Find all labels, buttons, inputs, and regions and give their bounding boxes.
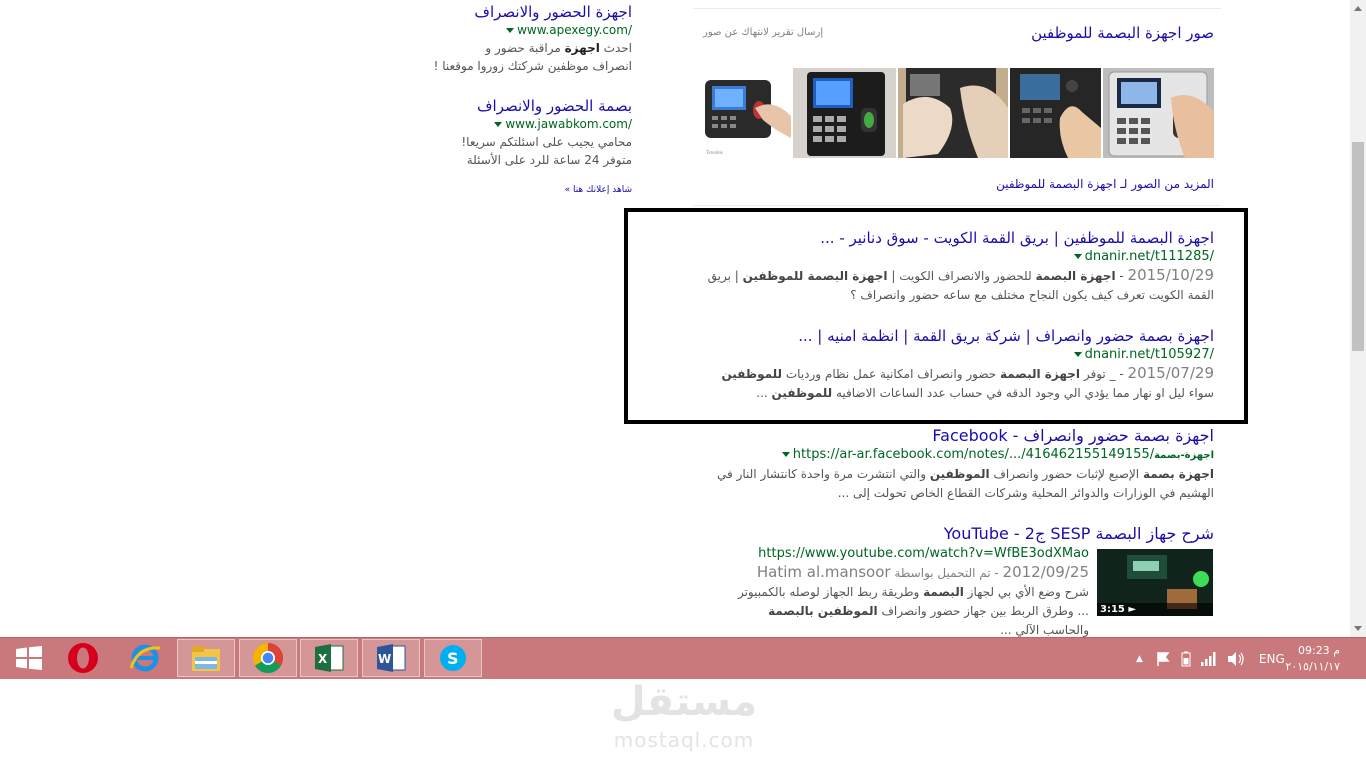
highlight-annotation-box xyxy=(624,208,1248,424)
result-title-link[interactable]: شرح جهاز البصمة SESP ج2 - YouTube xyxy=(944,524,1214,543)
opera-icon xyxy=(68,643,98,673)
skype-taskbar-button[interactable]: S xyxy=(424,639,482,677)
clock-date: ٢٠١٥/١١/١٧ xyxy=(1285,660,1340,673)
dropdown-arrow-icon[interactable] xyxy=(506,28,515,33)
text: الإصبع لإثبات حضور وانصراف xyxy=(989,467,1143,481)
bold-term: الموظفين xyxy=(929,467,990,481)
more-images-link[interactable]: المزيد من الصور لـ اجهزة البصمة للموظفين xyxy=(996,177,1214,191)
dropdown-arrow-icon[interactable] xyxy=(494,122,503,127)
url-bold-term: اجهزة-بصمة xyxy=(1154,450,1214,461)
text: مراقبة حضور و xyxy=(485,41,565,55)
bold-term: اجهزة بصمة xyxy=(1142,467,1214,481)
svg-text:W: W xyxy=(378,652,391,666)
search-result: اجهزة بصمة حضور وانصراف - Facebook اجهزة… xyxy=(694,426,1214,503)
images-block-title[interactable]: صور اجهزة البصمة للموظفين xyxy=(1031,24,1214,42)
result-date: 2012/09/25 xyxy=(1002,563,1089,581)
video-result-details: https://www.youtube.com/watch?v=WfBE3odX… xyxy=(669,545,1089,640)
divider xyxy=(693,8,1221,9)
excel-taskbar-button[interactable]: X xyxy=(300,639,358,677)
result-snippet-line2: ... وطرق الربط بين جهاز حضور وانصراف الم… xyxy=(669,602,1089,621)
result-snippet: اجهزة بصمة الإصبع لإثبات حضور وانصراف ال… xyxy=(694,465,1214,484)
result-snippet-line2: الهشيم في الوزارات والدوائر المحلية وشرك… xyxy=(837,486,1214,500)
report-images-link[interactable]: إرسال تقرير لانتهاك عن صور xyxy=(703,27,823,38)
ad-desc-line2: متوفر 24 ساعة للرد على الأسئلة xyxy=(466,153,632,167)
search-result-video: شرح جهاز البصمة SESP ج2 - YouTube xyxy=(694,524,1214,544)
mostaql-watermark: مستقل mostaql.com xyxy=(596,675,772,755)
opera-taskbar-button[interactable] xyxy=(54,639,112,677)
dropdown-arrow-icon[interactable] xyxy=(781,452,790,457)
ad-desc-line2: انصراف موظفين شركتك زوروا موقعنا ! xyxy=(433,59,632,73)
video-meta: 2012/09/25 - تم التحميل بواسطة Hatim al.… xyxy=(669,563,1089,583)
thumbnail-fingerprint-device-4[interactable] xyxy=(1010,68,1101,158)
text: والتي انتشرت مرة واحدة كانتشار النار في xyxy=(717,467,930,481)
chrome-icon xyxy=(252,643,284,674)
text: احدث xyxy=(599,41,632,55)
result-url-text: https://www.youtube.com/watch?v=WfBE3odX… xyxy=(758,546,1089,561)
svg-text:X: X xyxy=(318,652,328,666)
video-duration: 3:15 ► xyxy=(1097,603,1213,616)
thumbnail-fingerprint-device-5[interactable] xyxy=(1103,68,1214,158)
show-hidden-icons-icon[interactable]: ▲ xyxy=(1136,654,1143,664)
bold-term: اجهزة xyxy=(564,41,600,55)
ad-desc: احدث اجهزة مراقبة حضور و xyxy=(332,39,632,57)
video-author: Hatim al.mansoor xyxy=(756,563,891,581)
thumbnail-fingerprint-device-2[interactable] xyxy=(793,68,896,158)
ad-title-link[interactable]: بصمة الحضور والانصراف xyxy=(477,97,632,115)
ad-url-text: www.apexegy.com/ xyxy=(517,23,632,37)
bold-term: الموظفين بالبصمة xyxy=(768,604,878,618)
text: شرح وضع الأي بي لجهاز xyxy=(963,585,1089,599)
system-tray: ▲ ENG xyxy=(1136,638,1285,679)
battery-icon[interactable] xyxy=(1181,651,1191,667)
svg-text:S: S xyxy=(447,649,459,668)
skype-icon: S xyxy=(440,645,466,671)
text: وطريقة ربط الجهاز لوصله بالكمبيوتر xyxy=(737,585,924,599)
see-your-ad-link[interactable]: شاهد إعلانك هنا » xyxy=(470,185,632,195)
scroll-down-arrow-icon[interactable] xyxy=(1354,626,1362,631)
volume-icon[interactable] xyxy=(1227,651,1245,667)
video-thumbnail[interactable]: 3:15 ► xyxy=(1097,549,1213,616)
ad-jawabkom: بصمة الحضور والانصراف www.jawabkom.com/ … xyxy=(332,96,632,169)
ad-desc: محامي يجيب على اسئلتكم سريعا! xyxy=(461,135,632,149)
file-explorer-taskbar-button[interactable] xyxy=(177,639,235,677)
text: ... وطرق الربط بين جهاز حضور وانصراف xyxy=(877,604,1089,618)
watermark-english: mostaql.com xyxy=(613,728,755,752)
network-signal-icon[interactable] xyxy=(1200,651,1217,666)
ad-url: www.apexegy.com/ xyxy=(332,22,632,39)
internet-explorer-icon xyxy=(129,644,161,672)
excel-icon: X xyxy=(315,644,344,672)
word-icon: W xyxy=(377,644,406,672)
start-button[interactable] xyxy=(0,639,58,677)
taskbar-clock[interactable]: 09:23 م ٢٠١٥/١١/١٧ xyxy=(1285,643,1340,675)
ad-title-link[interactable]: اجهزة الحضور والانصراف xyxy=(474,3,632,21)
svg-text:Timelink: Timelink xyxy=(705,150,724,155)
text: - تم التحميل بواسطة xyxy=(890,566,1003,580)
ad-apexegy: اجهزة الحضور والانصراف www.apexegy.com/ … xyxy=(332,2,632,75)
thumbnail-fingerprint-device-3[interactable] xyxy=(898,68,1008,158)
chrome-taskbar-button[interactable] xyxy=(239,639,297,677)
ad-url: www.jawabkom.com/ xyxy=(332,116,632,133)
file-explorer-icon xyxy=(192,646,220,671)
watermark-arabic: مستقل xyxy=(610,679,758,725)
ad-url-text: www.jawabkom.com/ xyxy=(505,117,632,131)
divider xyxy=(693,205,1221,206)
result-snippet: شرح وضع الأي بي لجهاز البصمة وطريقة ربط … xyxy=(669,583,1089,602)
thumbnail-fingerprint-device-1[interactable]: Timelink xyxy=(703,68,791,158)
input-language-indicator[interactable]: ENG xyxy=(1259,652,1285,666)
word-taskbar-button[interactable]: W xyxy=(362,639,420,677)
result-title-link[interactable]: اجهزة بصمة حضور وانصراف - Facebook xyxy=(932,426,1214,445)
bold-term: البصمة xyxy=(923,585,964,599)
internet-explorer-taskbar-button[interactable] xyxy=(116,639,174,677)
start-icon xyxy=(16,646,42,670)
clock-time: 09:23 م xyxy=(1297,644,1340,657)
result-url: اجهزة-بصمةhttps://ar-ar.facebook.com/not… xyxy=(694,446,1214,465)
windows-taskbar: X W S ▲ ENG 09:23 م ٢٠١٥/١١/١٧ xyxy=(0,637,1366,679)
action-center-flag-icon[interactable] xyxy=(1155,651,1171,667)
scroll-up-arrow-icon[interactable] xyxy=(1354,6,1362,11)
scrollbar-thumb[interactable] xyxy=(1352,142,1364,351)
image-thumbnails: Timelink xyxy=(703,68,1214,158)
result-url-text: https://ar-ar.facebook.com/notes/.../416… xyxy=(792,447,1155,462)
